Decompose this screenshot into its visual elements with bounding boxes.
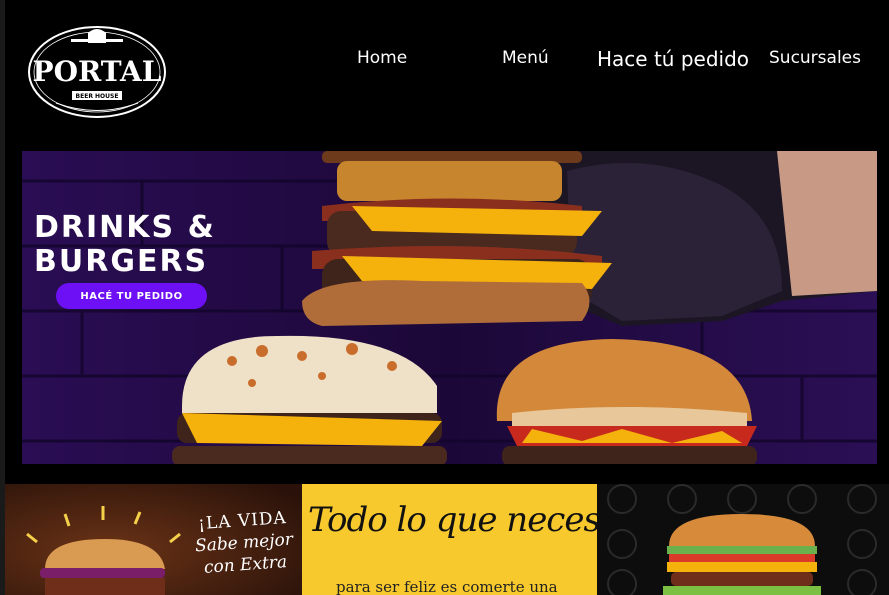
- promo-tile-life[interactable]: ¡LA VIDA Sabe mejor con Extra: [5, 484, 302, 595]
- pattern-burger-image: [607, 484, 877, 595]
- promo-happy-title: Todo lo que necesitas: [308, 500, 597, 540]
- portal-logo[interactable]: PORTAL BEER HOUSE: [26, 23, 168, 120]
- promo-tile-happy[interactable]: Todo lo que necesitas para ser feliz es …: [302, 484, 597, 595]
- nav-menu[interactable]: Menú: [502, 48, 549, 68]
- promo-tile-life-text: ¡LA VIDA Sabe mejor con Extra: [193, 507, 295, 580]
- logo-subtitle: BEER HOUSE: [76, 93, 119, 100]
- nav-branches[interactable]: Sucursales: [769, 48, 861, 68]
- order-cta-button[interactable]: HACÉ TU PEDIDO: [56, 283, 207, 309]
- promo-happy-subtitle: para ser feliz es comerte una: [336, 578, 558, 595]
- nav-order[interactable]: Hace tú pedido: [597, 47, 749, 71]
- hero-title: DRINKS & BURGERS: [34, 211, 216, 279]
- nav-home[interactable]: Home: [357, 48, 407, 68]
- logo-wordmark: PORTAL: [33, 55, 162, 88]
- hero-title-line2: BURGERS: [34, 244, 209, 279]
- promo-tile-burger[interactable]: [597, 484, 889, 595]
- hero-banner: DRINKS & BURGERS HACÉ TU PEDIDO: [22, 151, 877, 464]
- hero-title-line1: DRINKS &: [34, 210, 216, 245]
